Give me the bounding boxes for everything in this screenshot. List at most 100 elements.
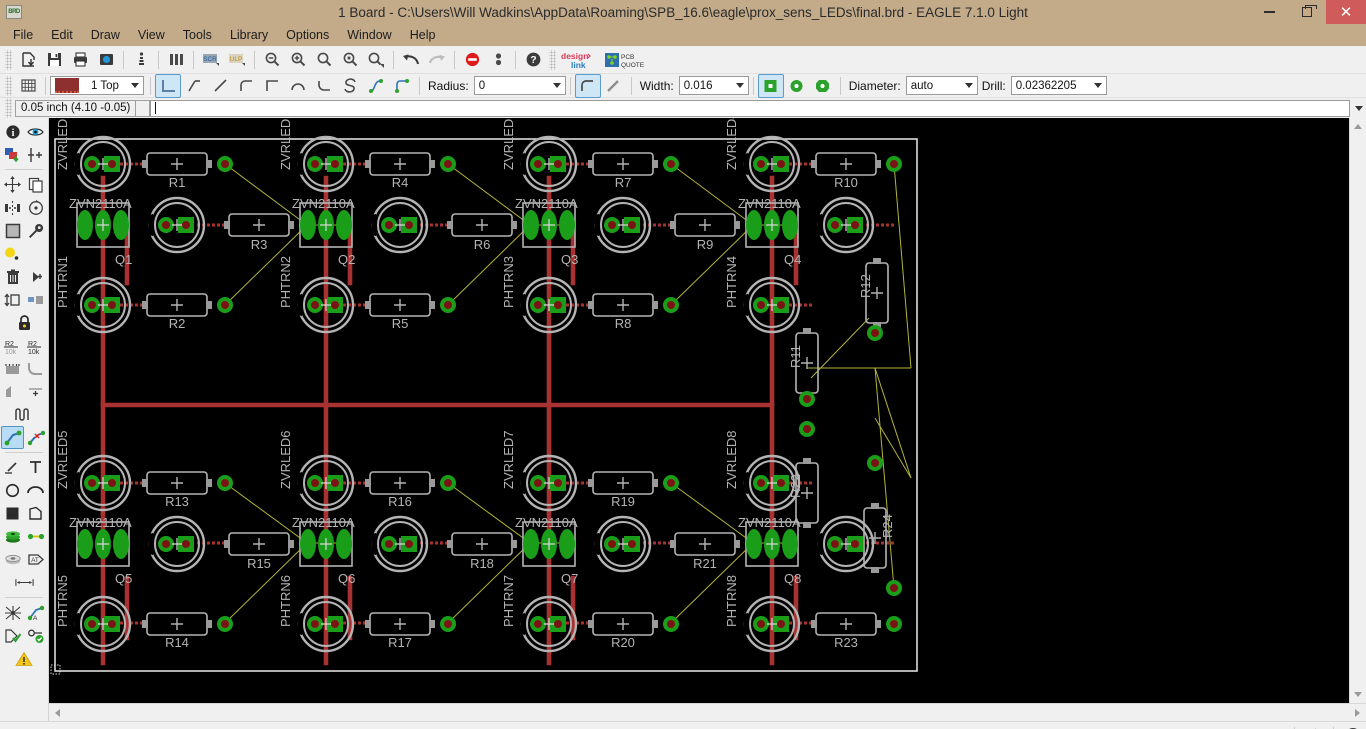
- bend-style-6-icon[interactable]: [311, 74, 337, 98]
- help-icon[interactable]: ?: [520, 48, 546, 72]
- drill-input[interactable]: 0.02362205: [1011, 76, 1107, 95]
- via-icon[interactable]: [1, 525, 24, 548]
- hole-icon[interactable]: [1, 548, 24, 571]
- maximize-button[interactable]: [1288, 0, 1326, 24]
- layer-select[interactable]: 1 Top: [50, 76, 144, 95]
- show-icon[interactable]: [24, 120, 47, 143]
- chevron-down-icon[interactable]: [549, 77, 565, 94]
- chevron-down-icon[interactable]: [961, 77, 977, 94]
- miter-chamfer-icon[interactable]: [601, 74, 627, 98]
- scroll-up-icon[interactable]: [1350, 118, 1366, 135]
- bend-style-3-icon[interactable]: [233, 74, 259, 98]
- zoom-out-icon[interactable]: [259, 48, 285, 72]
- go-icon[interactable]: [485, 48, 511, 72]
- pinswap-icon[interactable]: [24, 265, 47, 288]
- cam-processor-icon[interactable]: [93, 48, 119, 72]
- toolbar-grip-2[interactable]: [549, 50, 556, 70]
- scroll-left-icon[interactable]: [49, 704, 66, 721]
- via-octagon-icon[interactable]: [810, 74, 836, 98]
- paste-icon[interactable]: [1, 242, 24, 265]
- design-link-button[interactable]: designlink: [559, 48, 603, 72]
- ratsnest-icon[interactable]: [1, 601, 24, 624]
- info-icon[interactable]: i: [1, 120, 24, 143]
- bend-style-1-icon[interactable]: [181, 74, 207, 98]
- scroll-down-icon[interactable]: [1350, 686, 1366, 703]
- mark-icon[interactable]: [24, 143, 47, 166]
- bend-style-8-icon[interactable]: [363, 74, 389, 98]
- scroll-right-icon[interactable]: [1349, 704, 1366, 721]
- script-icon[interactable]: SCR: [198, 48, 224, 72]
- name-icon[interactable]: R210k: [1, 334, 24, 357]
- radius-input[interactable]: 0: [474, 76, 566, 95]
- miter-tool-icon[interactable]: [24, 357, 47, 380]
- copy-icon[interactable]: [24, 173, 47, 196]
- param-toolbar-grip[interactable]: [5, 76, 12, 96]
- attribute-icon[interactable]: AT: [24, 548, 47, 571]
- wire-icon[interactable]: [1, 456, 24, 479]
- circle-icon[interactable]: [1, 479, 24, 502]
- smash-icon[interactable]: [24, 288, 47, 311]
- bend-style-5-icon[interactable]: [285, 74, 311, 98]
- board-canvas[interactable]: ZVRLED1 ZVN2110A Q1 PHTRN1 R1 R3 R2: [49, 118, 1366, 703]
- split-icon[interactable]: [1, 380, 24, 403]
- horizontal-scrollbar[interactable]: [49, 703, 1366, 721]
- bend-style-0-icon[interactable]: [155, 74, 181, 98]
- optimize-icon[interactable]: [24, 380, 47, 403]
- menu-window[interactable]: Window: [338, 25, 400, 45]
- delete-icon[interactable]: [1, 265, 24, 288]
- zoom-in-icon[interactable]: [285, 48, 311, 72]
- group-icon[interactable]: [1, 219, 24, 242]
- drill-aid-icon[interactable]: [128, 48, 154, 72]
- rotate-icon[interactable]: [24, 196, 47, 219]
- via-round-icon[interactable]: [784, 74, 810, 98]
- polygon-icon[interactable]: [24, 502, 47, 525]
- text-icon[interactable]: [24, 456, 47, 479]
- diameter-input[interactable]: auto: [906, 76, 978, 95]
- menu-draw[interactable]: Draw: [82, 25, 129, 45]
- errors-icon[interactable]: [13, 647, 36, 670]
- drc-icon[interactable]: [1, 624, 24, 647]
- menu-help[interactable]: Help: [401, 25, 445, 45]
- dimension-icon[interactable]: [13, 571, 36, 594]
- grid-icon[interactable]: [15, 74, 41, 98]
- command-history-chevron-down-icon[interactable]: [1351, 106, 1366, 111]
- autorouter-icon[interactable]: A: [24, 601, 47, 624]
- route-icon[interactable]: [1, 426, 24, 449]
- menu-options[interactable]: Options: [277, 25, 338, 45]
- bend-style-7-icon[interactable]: [337, 74, 363, 98]
- erc-icon[interactable]: [24, 624, 47, 647]
- redo-icon[interactable]: [424, 48, 450, 72]
- bend-style-9-icon[interactable]: [389, 74, 415, 98]
- menu-view[interactable]: View: [129, 25, 174, 45]
- menu-library[interactable]: Library: [221, 25, 277, 45]
- vertical-scrollbar[interactable]: [1349, 118, 1366, 703]
- pcb-quote-button[interactable]: PCBQUOTE: [603, 48, 649, 72]
- toolbar-grip[interactable]: [5, 50, 12, 70]
- lock-icon[interactable]: [13, 311, 36, 334]
- print-icon[interactable]: [67, 48, 93, 72]
- layer-settings-icon[interactable]: [163, 48, 189, 72]
- smash-text-icon[interactable]: [1, 357, 24, 380]
- bend-style-2-icon[interactable]: [207, 74, 233, 98]
- menu-tools[interactable]: Tools: [174, 25, 221, 45]
- minimize-button[interactable]: [1250, 0, 1288, 24]
- cut-icon[interactable]: [24, 242, 47, 265]
- zoom-select-icon[interactable]: [337, 48, 363, 72]
- menu-file[interactable]: File: [4, 25, 42, 45]
- chevron-down-icon[interactable]: [1090, 77, 1106, 94]
- coordbar-grip[interactable]: [5, 98, 12, 118]
- close-button[interactable]: ✕: [1326, 0, 1366, 24]
- signal-icon[interactable]: [24, 525, 47, 548]
- pcb-layout[interactable]: ZVRLED1 ZVN2110A Q1 PHTRN1 R1 R3 R2: [49, 118, 1349, 703]
- bend-style-4-icon[interactable]: [259, 74, 285, 98]
- ripup-icon[interactable]: [24, 426, 47, 449]
- via-square-icon[interactable]: [758, 74, 784, 98]
- zoom-fit-icon[interactable]: [311, 48, 337, 72]
- command-input[interactable]: [150, 100, 1350, 117]
- menu-edit[interactable]: Edit: [42, 25, 82, 45]
- move-icon[interactable]: [1, 173, 24, 196]
- route-meander-icon[interactable]: [13, 403, 36, 426]
- replace-icon[interactable]: [1, 288, 24, 311]
- rect-icon[interactable]: [1, 502, 24, 525]
- stop-icon[interactable]: [459, 48, 485, 72]
